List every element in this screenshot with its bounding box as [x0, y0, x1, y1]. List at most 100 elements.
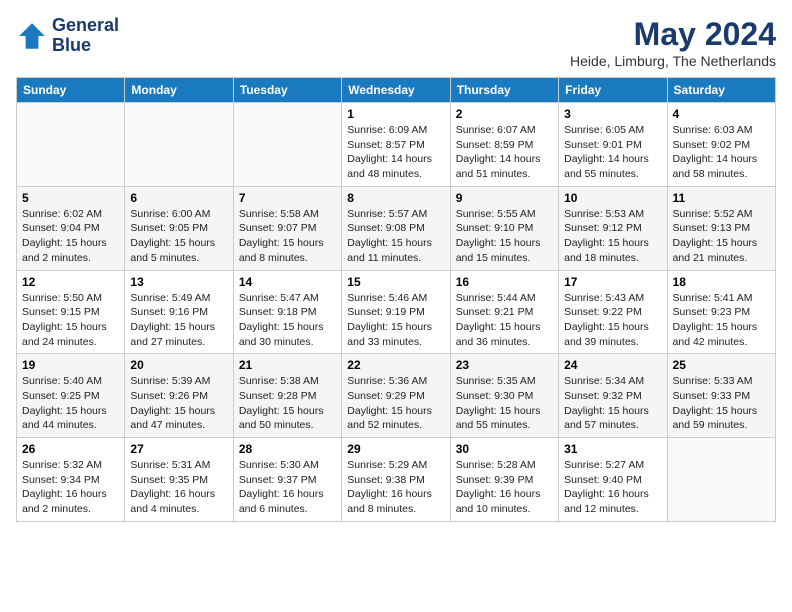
day-info: Sunrise: 5:38 AM Sunset: 9:28 PM Dayligh… [239, 374, 336, 433]
day-info: Sunrise: 5:49 AM Sunset: 9:16 PM Dayligh… [130, 291, 227, 350]
calendar-cell: 26Sunrise: 5:32 AM Sunset: 9:34 PM Dayli… [17, 438, 125, 522]
calendar-cell: 24Sunrise: 5:34 AM Sunset: 9:32 PM Dayli… [559, 354, 667, 438]
day-number: 9 [456, 191, 553, 205]
day-number: 24 [564, 358, 661, 372]
day-info: Sunrise: 6:00 AM Sunset: 9:05 PM Dayligh… [130, 207, 227, 266]
weekday-header-thursday: Thursday [450, 78, 558, 103]
calendar-cell: 3Sunrise: 6:05 AM Sunset: 9:01 PM Daylig… [559, 103, 667, 187]
day-number: 19 [22, 358, 119, 372]
day-info: Sunrise: 5:53 AM Sunset: 9:12 PM Dayligh… [564, 207, 661, 266]
day-info: Sunrise: 5:50 AM Sunset: 9:15 PM Dayligh… [22, 291, 119, 350]
day-number: 30 [456, 442, 553, 456]
day-number: 7 [239, 191, 336, 205]
day-info: Sunrise: 6:02 AM Sunset: 9:04 PM Dayligh… [22, 207, 119, 266]
day-number: 16 [456, 275, 553, 289]
logo-icon [16, 20, 48, 52]
day-info: Sunrise: 5:46 AM Sunset: 9:19 PM Dayligh… [347, 291, 444, 350]
calendar-cell: 7 Sunrise: 5:58 AM Sunset: 9:07 PM Daylig… [233, 186, 341, 270]
day-info: Sunrise: 5:57 AM Sunset: 9:08 PM Dayligh… [347, 207, 444, 266]
logo: General Blue [16, 16, 119, 56]
day-number: 3 [564, 107, 661, 121]
day-info: Sunrise: 5:52 AM Sunset: 9:13 PM Dayligh… [673, 207, 770, 266]
calendar-week-row: 26Sunrise: 5:32 AM Sunset: 9:34 PM Dayli… [17, 438, 776, 522]
day-number: 13 [130, 275, 227, 289]
day-info: Sunrise: 5:29 AM Sunset: 9:38 PM Dayligh… [347, 458, 444, 517]
day-number: 10 [564, 191, 661, 205]
weekday-header-friday: Friday [559, 78, 667, 103]
month-year: May 2024 [570, 16, 776, 53]
day-number: 17 [564, 275, 661, 289]
day-number: 6 [130, 191, 227, 205]
page-header: General Blue May 2024 Heide, Limburg, Th… [16, 16, 776, 69]
calendar-cell: 10 Sunrise: 5:53 AM Sunset: 9:12 PM Dayli… [559, 186, 667, 270]
day-number: 1 [347, 107, 444, 121]
day-info: Sunrise: 6:09 AM Sunset: 8:57 PM Dayligh… [347, 123, 444, 182]
day-info: Sunrise: 5:41 AM Sunset: 9:23 PM Dayligh… [673, 291, 770, 350]
day-number: 4 [673, 107, 770, 121]
day-info: Sunrise: 5:28 AM Sunset: 9:39 PM Dayligh… [456, 458, 553, 517]
calendar-cell: 31Sunrise: 5:27 AM Sunset: 9:40 PM Dayli… [559, 438, 667, 522]
day-number: 12 [22, 275, 119, 289]
calendar-cell: 15 Sunrise: 5:46 AM Sunset: 9:19 PM Dayli… [342, 270, 450, 354]
logo-text: General Blue [52, 16, 119, 56]
day-number: 5 [22, 191, 119, 205]
day-number: 15 [347, 275, 444, 289]
calendar-cell: 21 Sunrise: 5:38 AM Sunset: 9:28 PM Dayli… [233, 354, 341, 438]
day-info: Sunrise: 6:07 AM Sunset: 8:59 PM Dayligh… [456, 123, 553, 182]
location: Heide, Limburg, The Netherlands [570, 53, 776, 69]
day-info: Sunrise: 5:58 AM Sunset: 9:07 PM Dayligh… [239, 207, 336, 266]
calendar-cell [17, 103, 125, 187]
day-info: Sunrise: 5:39 AM Sunset: 9:26 PM Dayligh… [130, 374, 227, 433]
day-info: Sunrise: 5:35 AM Sunset: 9:30 PM Dayligh… [456, 374, 553, 433]
day-number: 20 [130, 358, 227, 372]
calendar-cell: 19Sunrise: 5:40 AM Sunset: 9:25 PM Dayli… [17, 354, 125, 438]
calendar-week-row: 1 Sunrise: 6:09 AM Sunset: 8:57 PM Daylig… [17, 103, 776, 187]
weekday-header-monday: Monday [125, 78, 233, 103]
calendar-cell: 13 Sunrise: 5:49 AM Sunset: 9:16 PM Dayli… [125, 270, 233, 354]
calendar-cell [233, 103, 341, 187]
day-number: 25 [673, 358, 770, 372]
day-info: Sunrise: 6:03 AM Sunset: 9:02 PM Dayligh… [673, 123, 770, 182]
calendar-cell: 20 Sunrise: 5:39 AM Sunset: 9:26 PM Dayli… [125, 354, 233, 438]
day-number: 22 [347, 358, 444, 372]
calendar-table: SundayMondayTuesdayWednesdayThursdayFrid… [16, 77, 776, 522]
day-info: Sunrise: 5:33 AM Sunset: 9:33 PM Dayligh… [673, 374, 770, 433]
day-number: 14 [239, 275, 336, 289]
day-number: 8 [347, 191, 444, 205]
day-number: 27 [130, 442, 227, 456]
day-number: 31 [564, 442, 661, 456]
day-number: 29 [347, 442, 444, 456]
day-info: Sunrise: 5:32 AM Sunset: 9:34 PM Dayligh… [22, 458, 119, 517]
weekday-header-row: SundayMondayTuesdayWednesdayThursdayFrid… [17, 78, 776, 103]
weekday-header-sunday: Sunday [17, 78, 125, 103]
calendar-cell: 2 Sunrise: 6:07 AM Sunset: 8:59 PM Daylig… [450, 103, 558, 187]
day-number: 18 [673, 275, 770, 289]
calendar-cell: 16 Sunrise: 5:44 AM Sunset: 9:21 PM Dayli… [450, 270, 558, 354]
day-info: Sunrise: 5:31 AM Sunset: 9:35 PM Dayligh… [130, 458, 227, 517]
day-info: Sunrise: 5:30 AM Sunset: 9:37 PM Dayligh… [239, 458, 336, 517]
day-info: Sunrise: 5:36 AM Sunset: 9:29 PM Dayligh… [347, 374, 444, 433]
calendar-cell [125, 103, 233, 187]
calendar-cell: 5 Sunrise: 6:02 AM Sunset: 9:04 PM Daylig… [17, 186, 125, 270]
calendar-cell: 17 Sunrise: 5:43 AM Sunset: 9:22 PM Dayli… [559, 270, 667, 354]
calendar-week-row: 12 Sunrise: 5:50 AM Sunset: 9:15 PM Dayli… [17, 270, 776, 354]
calendar-cell [667, 438, 775, 522]
calendar-cell: 22 Sunrise: 5:36 AM Sunset: 9:29 PM Dayli… [342, 354, 450, 438]
day-number: 21 [239, 358, 336, 372]
calendar-cell: 9 Sunrise: 5:55 AM Sunset: 9:10 PM Daylig… [450, 186, 558, 270]
calendar-cell: 27 Sunrise: 5:31 AM Sunset: 9:35 PM Dayli… [125, 438, 233, 522]
day-info: Sunrise: 5:44 AM Sunset: 9:21 PM Dayligh… [456, 291, 553, 350]
calendar-cell: 1 Sunrise: 6:09 AM Sunset: 8:57 PM Daylig… [342, 103, 450, 187]
day-info: Sunrise: 5:55 AM Sunset: 9:10 PM Dayligh… [456, 207, 553, 266]
calendar-cell: 4 Sunrise: 6:03 AM Sunset: 9:02 PM Daylig… [667, 103, 775, 187]
calendar-cell: 11Sunrise: 5:52 AM Sunset: 9:13 PM Dayli… [667, 186, 775, 270]
weekday-header-wednesday: Wednesday [342, 78, 450, 103]
calendar-cell: 8 Sunrise: 5:57 AM Sunset: 9:08 PM Daylig… [342, 186, 450, 270]
day-number: 2 [456, 107, 553, 121]
calendar-cell: 23Sunrise: 5:35 AM Sunset: 9:30 PM Dayli… [450, 354, 558, 438]
day-number: 28 [239, 442, 336, 456]
day-info: Sunrise: 5:43 AM Sunset: 9:22 PM Dayligh… [564, 291, 661, 350]
day-info: Sunrise: 5:47 AM Sunset: 9:18 PM Dayligh… [239, 291, 336, 350]
calendar-cell: 28 Sunrise: 5:30 AM Sunset: 9:37 PM Dayli… [233, 438, 341, 522]
calendar-cell: 18 Sunrise: 5:41 AM Sunset: 9:23 PM Dayli… [667, 270, 775, 354]
